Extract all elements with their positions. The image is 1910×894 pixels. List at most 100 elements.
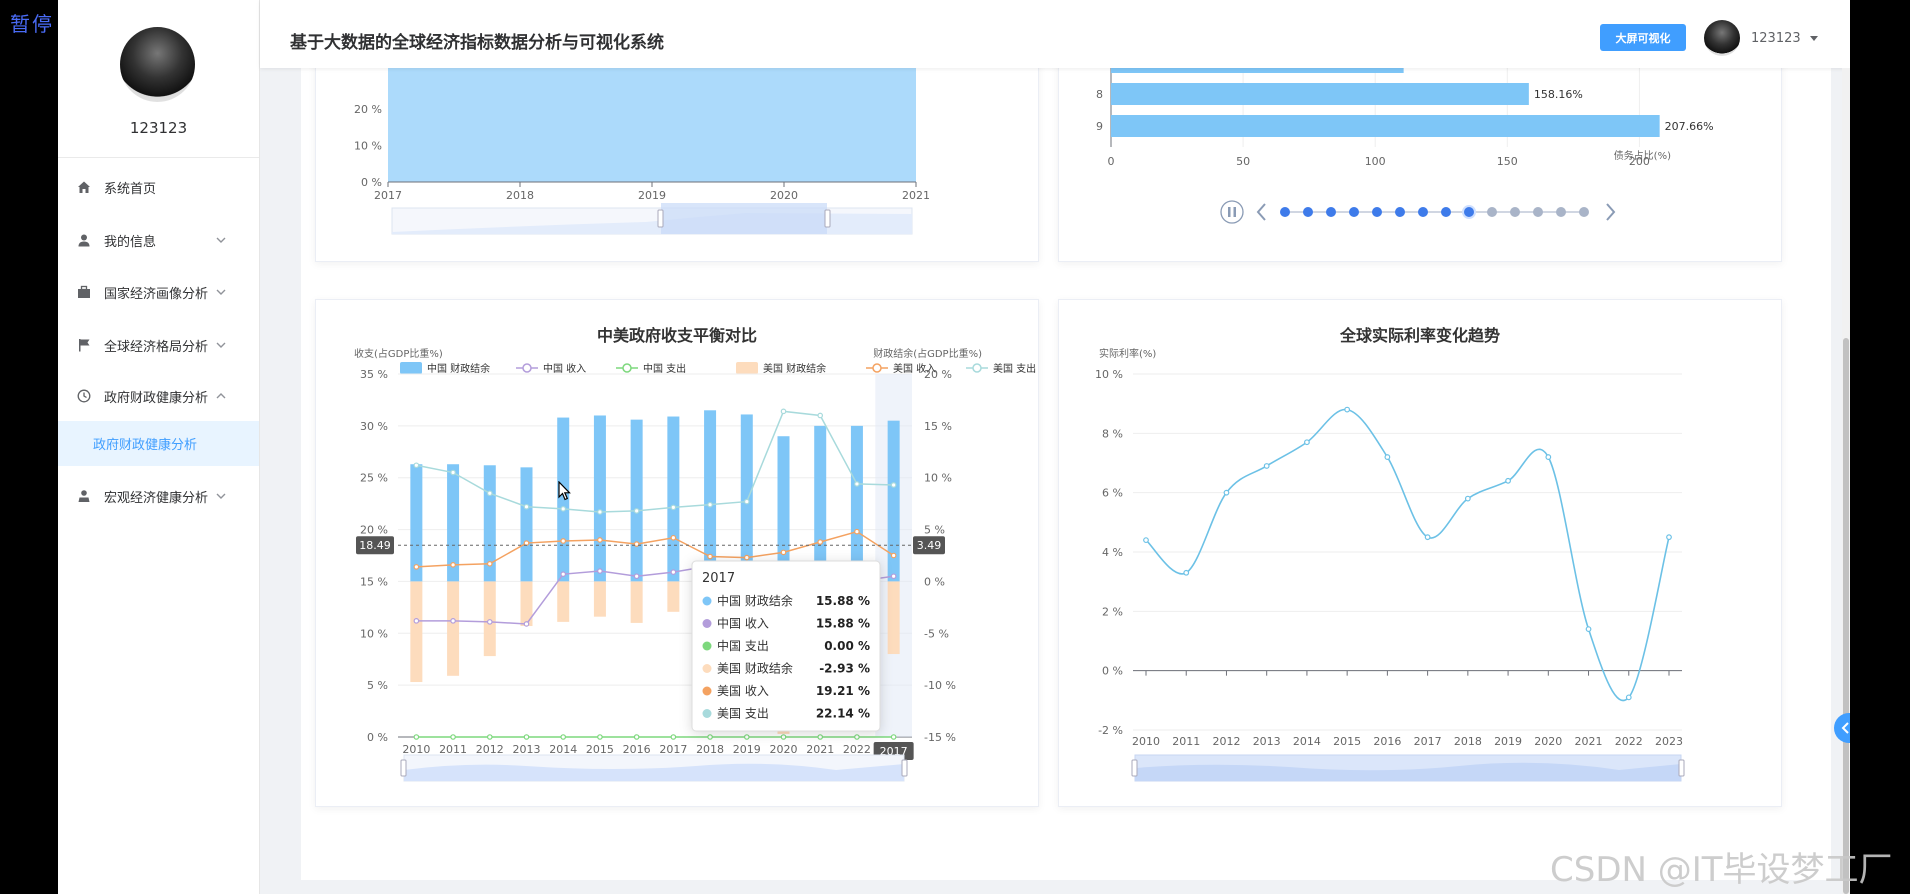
x-axis-label: 债务占比(%) <box>1614 149 1671 162</box>
legend-swatch-dot <box>872 363 882 373</box>
axis-pointer-label: 3.49 <box>917 539 942 552</box>
avatar[interactable] <box>1704 20 1740 56</box>
tooltip-marker <box>702 619 712 628</box>
x-tick-label: 2022 <box>1615 735 1643 748</box>
bar <box>667 581 680 612</box>
data-point <box>486 734 493 740</box>
legend-label: 美国 财政结余 <box>763 362 826 375</box>
sidebar: 123123 系统首页 我的信息 国家经济画像分析 全球经济格局分析 政府财政健… <box>58 0 260 894</box>
legend-label: 中国 收入 <box>543 362 586 375</box>
avatar[interactable] <box>120 27 195 102</box>
data-point <box>670 734 677 740</box>
fiscal-balance-chart[interactable]: 收支(占GDP比重%) 财政结余(占GDP比重%)中国 财政结余 中国 收入 中国 支… <box>316 300 1038 806</box>
timeline-dot <box>1510 207 1520 217</box>
y-tick-label: 8 <box>1096 88 1103 101</box>
topbar: 基于大数据的全球经济指标数据分析与可视化系统 大屏可视化 123123 <box>260 0 1850 68</box>
sidebar-item-home[interactable]: 系统首页 <box>58 162 259 212</box>
real-rate-chart[interactable]: 实际利率(%) -2 % 0 % 2 % 4 % 6 % 8 % 10 % 2010 2011 20… <box>1059 300 1781 806</box>
data-point <box>1464 495 1471 502</box>
timeline-dot <box>1395 207 1405 217</box>
data-point <box>707 734 713 740</box>
scrollbar-thumb[interactable] <box>1843 338 1849 894</box>
collapse-tab[interactable] <box>1834 713 1850 743</box>
datazoom-handle <box>824 209 831 228</box>
legend-swatch <box>736 362 758 374</box>
chart-title: 全球实际利率变化趋势 <box>1339 326 1500 345</box>
axis-pointer-label: 18.49 <box>359 539 391 552</box>
tooltip-row-label: 中国 收入 <box>717 616 769 631</box>
legend-swatch <box>400 362 422 374</box>
timeline-dot <box>1462 205 1476 219</box>
datazoom-handle <box>901 759 908 777</box>
sidebar-item-country-profile[interactable]: 国家经济画像分析 <box>58 267 259 317</box>
data-point <box>597 568 603 574</box>
x-tick-label: 2021 <box>902 189 930 202</box>
sidebar-subitem-label: 政府财政健康分析 <box>93 438 198 453</box>
data-point <box>817 734 824 740</box>
bar <box>557 581 570 622</box>
data-point <box>890 573 897 580</box>
y-tick-label: -2 % <box>1098 724 1123 737</box>
sidebar-subitem-fiscal-health[interactable]: 政府财政健康分析 <box>58 421 259 466</box>
data-point <box>1143 537 1149 544</box>
y-tick-label: 35 % <box>360 368 388 381</box>
x-tick-label: 2019 <box>1494 735 1522 748</box>
bar <box>410 581 423 683</box>
data-point <box>1263 463 1270 469</box>
series-line <box>1145 408 1670 702</box>
tooltip-row-value: 15.88 % <box>816 617 870 631</box>
legend-label: 中国 支出 <box>643 362 686 375</box>
big-screen-button[interactable]: 大屏可视化 <box>1600 24 1686 51</box>
y-tick-label: 20 % <box>354 103 382 116</box>
user-menu-name[interactable]: 123123 <box>1751 31 1801 46</box>
tooltip-marker <box>702 641 712 651</box>
data-point <box>1666 534 1672 541</box>
timeline-dot <box>1441 207 1451 217</box>
data-point <box>450 734 456 740</box>
chevron-right-icon <box>1606 203 1616 221</box>
data-point <box>1344 406 1351 413</box>
scrollbar[interactable] <box>1842 68 1850 894</box>
tooltip-marker <box>702 686 712 696</box>
tooltip-row-value: -2.93 % <box>819 662 870 676</box>
data-point <box>450 618 456 624</box>
timeline-dot <box>1418 207 1428 217</box>
data-point <box>523 540 530 546</box>
tooltip-row-value: 0.00 % <box>824 639 870 653</box>
data-point <box>854 528 860 535</box>
data-point <box>1424 534 1431 541</box>
data-point <box>707 501 713 508</box>
y-tick-label: 10 % <box>354 140 382 153</box>
tooltip-row-label: 中国 支出 <box>717 638 769 653</box>
data-point <box>890 552 897 559</box>
y-axis-left-label: 收支(占GDP比重%) <box>354 347 443 360</box>
data-point <box>1505 477 1511 484</box>
timeline-dot <box>1556 207 1566 217</box>
main-content: 0 % 10 % 20 % 2017 2018 2019 2020 2021 0 50 100 15… <box>301 0 1831 880</box>
datazoom-window <box>661 203 827 234</box>
x-tick-label: 2018 <box>1454 735 1482 748</box>
caret-down-icon[interactable] <box>1810 36 1818 41</box>
flag-icon <box>76 337 92 353</box>
chevron-left-icon <box>1841 722 1849 734</box>
x-tick-label: 2020 <box>1534 735 1562 748</box>
x-tick-label: 2013 <box>1253 735 1281 748</box>
sidebar-item-global-pattern[interactable]: 全球经济格局分析 <box>58 320 259 370</box>
timeline-dot <box>1349 207 1359 217</box>
data-point <box>670 534 677 541</box>
data-point <box>743 498 750 505</box>
sidebar-item-my-info[interactable]: 我的信息 <box>58 215 259 265</box>
x-tick-label: 2017 <box>374 189 402 202</box>
x-tick-label: 2010 <box>1132 735 1160 748</box>
pause-label[interactable]: 暂停 <box>10 8 54 37</box>
data-point <box>1585 626 1592 633</box>
x-tick-label: 2015 <box>1333 735 1361 748</box>
tooltip-marker <box>702 709 712 718</box>
x-tick-label: 2017 <box>659 743 687 756</box>
sidebar-item-macro-health[interactable]: 宏观经济健康分析 <box>58 471 259 521</box>
data-point <box>560 734 567 740</box>
sidebar-item-fiscal-health[interactable]: 政府财政健康分析 <box>58 371 259 421</box>
tooltip-row-label: 美国 支出 <box>717 707 769 721</box>
x-tick-label: 2023 <box>1655 735 1683 748</box>
data-point <box>486 560 493 567</box>
